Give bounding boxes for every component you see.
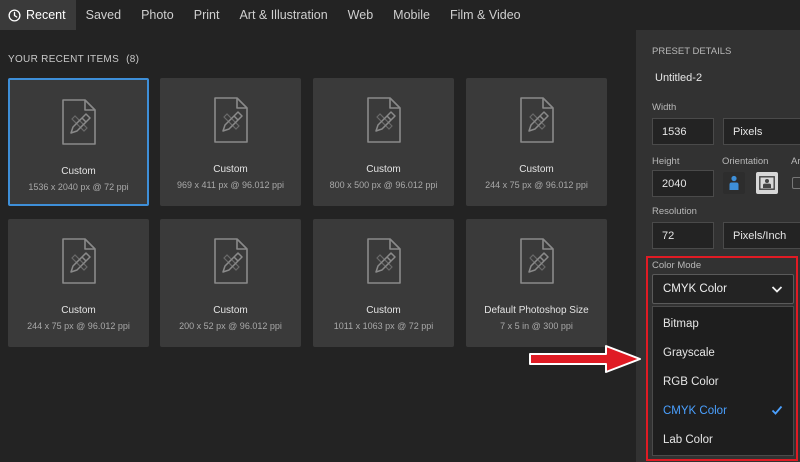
tab-photo-label: Photo xyxy=(141,8,174,22)
recent-item-card[interactable]: Default Photoshop Size 7 x 5 in @ 300 pp… xyxy=(466,219,607,347)
recent-item-name: Default Photoshop Size xyxy=(484,305,589,316)
recent-item-name: Custom xyxy=(366,164,401,175)
document-pencil-icon xyxy=(517,237,557,285)
recent-item-name: Custom xyxy=(61,166,96,177)
color-mode-menu: Bitmap Grayscale RGB Color CMYK Color La… xyxy=(652,306,794,456)
resolution-unit-select[interactable]: Pixels/Inch xyxy=(723,222,800,249)
color-mode-select[interactable]: CMYK Color xyxy=(652,274,794,304)
resolution-label: Resolution xyxy=(652,206,697,217)
document-pencil-icon xyxy=(364,96,404,144)
tab-film-video[interactable]: Film & Video xyxy=(440,0,531,30)
clock-icon xyxy=(8,8,21,22)
landscape-orientation-icon[interactable] xyxy=(756,172,778,194)
tab-recent-label: Recent xyxy=(26,8,66,22)
option-label: Bitmap xyxy=(663,318,699,330)
document-pencil-icon xyxy=(364,237,404,285)
recent-item-dimensions: 969 x 411 px @ 96.012 ppi xyxy=(176,180,285,190)
recent-item-card[interactable]: Custom 244 x 75 px @ 96.012 ppi xyxy=(466,78,607,206)
color-mode-value: CMYK Color xyxy=(663,283,727,295)
recent-item-card[interactable]: Custom 1536 x 2040 px @ 72 ppi xyxy=(8,78,149,206)
width-input[interactable]: 1536 xyxy=(652,118,714,145)
recent-item-dimensions: 7 x 5 in @ 300 ppi xyxy=(500,321,573,331)
artboards-label: Ar xyxy=(791,156,800,167)
recent-item-card[interactable]: Custom 244 x 75 px @ 96.012 ppi xyxy=(8,219,149,347)
color-mode-option-bitmap[interactable]: Bitmap xyxy=(653,310,793,338)
recent-item-dimensions: 200 x 52 px @ 96.012 ppi xyxy=(179,321,282,331)
preset-details-heading: PRESET DETAILS xyxy=(652,46,732,57)
tab-film-label: Film & Video xyxy=(449,8,521,22)
document-pencil-icon xyxy=(59,237,99,285)
recent-item-dimensions: 1536 x 2040 px @ 72 ppi xyxy=(28,182,129,192)
option-label: Lab Color xyxy=(663,434,713,446)
recent-item-dimensions: 244 x 75 px @ 96.012 ppi xyxy=(27,321,130,331)
option-label: RGB Color xyxy=(663,376,719,388)
height-label: Height xyxy=(652,156,680,167)
chevron-down-icon xyxy=(771,284,783,297)
red-arrow-icon xyxy=(529,345,641,373)
document-pencil-icon xyxy=(211,96,251,144)
recent-item-card[interactable]: Custom 969 x 411 px @ 96.012 ppi xyxy=(160,78,301,206)
tab-photo[interactable]: Photo xyxy=(131,0,184,30)
tab-art-illustration[interactable]: Art & Illustration xyxy=(229,0,337,30)
document-pencil-icon xyxy=(517,96,557,144)
tab-print[interactable]: Print xyxy=(184,0,230,30)
orientation-label: Orientation xyxy=(722,156,769,167)
resolution-input[interactable]: 72 xyxy=(652,222,714,249)
recent-items-grid: Custom 1536 x 2040 px @ 72 ppi Custom 96… xyxy=(8,78,608,350)
color-mode-label: Color Mode xyxy=(652,260,702,271)
recent-items-count: (8) xyxy=(126,54,140,65)
tab-art-label: Art & Illustration xyxy=(239,8,328,22)
recent-item-dimensions: 244 x 75 px @ 96.012 ppi xyxy=(485,180,588,190)
recent-item-name: Custom xyxy=(366,305,401,316)
recent-item-name: Custom xyxy=(213,164,248,175)
width-unit-select[interactable]: Pixels xyxy=(723,118,800,145)
document-name[interactable]: Untitled-2 xyxy=(655,72,702,84)
tab-web[interactable]: Web xyxy=(338,0,383,30)
color-mode-option-lab[interactable]: Lab Color xyxy=(653,426,793,454)
tab-print-label: Print xyxy=(193,8,220,22)
checkmark-icon xyxy=(771,405,783,419)
color-mode-option-grayscale[interactable]: Grayscale xyxy=(653,339,793,367)
tab-web-label: Web xyxy=(347,8,374,22)
option-label: Grayscale xyxy=(663,347,715,359)
tab-mobile-label: Mobile xyxy=(393,8,430,22)
artboards-checkbox[interactable] xyxy=(792,177,800,189)
recent-item-dimensions: 800 x 500 px @ 96.012 ppi xyxy=(329,180,438,190)
recent-item-card[interactable]: Custom 800 x 500 px @ 96.012 ppi xyxy=(313,78,454,206)
portrait-orientation-icon[interactable] xyxy=(723,172,745,194)
document-pencil-icon xyxy=(59,98,99,146)
recent-item-name: Custom xyxy=(213,305,248,316)
recent-item-card[interactable]: Custom 200 x 52 px @ 96.012 ppi xyxy=(160,219,301,347)
recent-item-card[interactable]: Custom 1011 x 1063 px @ 72 ppi xyxy=(313,219,454,347)
option-label: CMYK Color xyxy=(663,405,727,417)
document-pencil-icon xyxy=(211,237,251,285)
tab-saved-label: Saved xyxy=(85,8,122,22)
recent-item-name: Custom xyxy=(61,305,96,316)
tab-recent[interactable]: Recent xyxy=(0,0,76,30)
color-mode-option-rgb[interactable]: RGB Color xyxy=(653,368,793,396)
category-tab-bar: Recent Saved Photo Print Art & Illustrat… xyxy=(0,0,636,30)
height-input[interactable]: 2040 xyxy=(652,170,714,197)
tab-mobile[interactable]: Mobile xyxy=(383,0,440,30)
recent-items-title: YOUR RECENT ITEMS xyxy=(8,54,120,65)
recent-item-dimensions: 1011 x 1063 px @ 72 ppi xyxy=(333,321,434,331)
width-label: Width xyxy=(652,102,677,113)
tab-saved[interactable]: Saved xyxy=(76,0,131,30)
color-mode-option-cmyk[interactable]: CMYK Color xyxy=(653,397,793,425)
recent-item-name: Custom xyxy=(519,164,554,175)
recent-items-heading: YOUR RECENT ITEMS (8) xyxy=(8,54,139,65)
